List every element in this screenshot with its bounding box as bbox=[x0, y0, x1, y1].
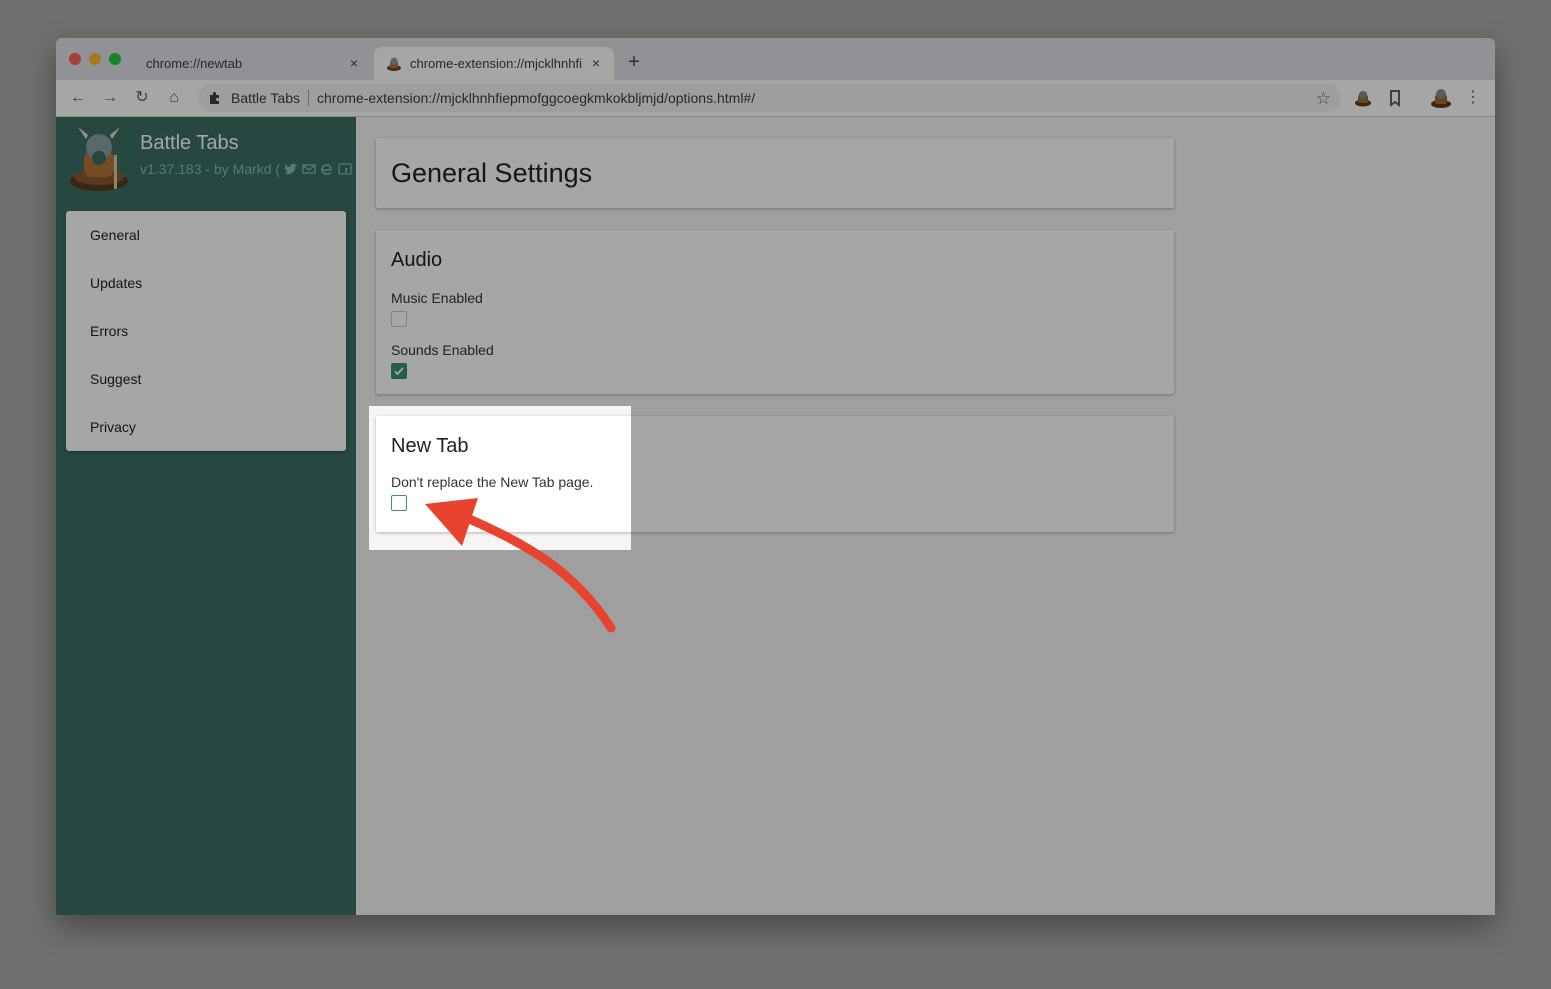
new-tab-settings-card: New Tab Don't replace the New Tab page. bbox=[376, 416, 1174, 532]
tab-title: chrome-extension://mjcklhnhfiepmofggcoeg… bbox=[410, 56, 582, 71]
home-icon[interactable]: ⌂ bbox=[164, 88, 184, 108]
browser-window: chrome://newtab × chrome-extension://mjc… bbox=[56, 38, 1495, 915]
sounds-enabled-checkbox[interactable] bbox=[391, 363, 407, 379]
page-title-card: General Settings bbox=[376, 138, 1174, 208]
music-enabled-label: Music Enabled bbox=[391, 290, 483, 306]
app-version-author: v1.37.183 - by Markd ( bbox=[140, 161, 352, 177]
omnibox-extension-name: Battle Tabs bbox=[231, 90, 301, 106]
sounds-enabled-label: Sounds Enabled bbox=[391, 342, 494, 358]
app-subtitle-text: v1.37.183 - by Markd ( bbox=[140, 161, 281, 177]
battle-tabs-extension-icon[interactable] bbox=[1352, 87, 1374, 109]
tab-newtab[interactable]: chrome://newtab × bbox=[132, 47, 372, 80]
reload-icon[interactable]: ↻ bbox=[132, 88, 152, 108]
menu-item-general[interactable]: General bbox=[90, 227, 140, 243]
sidebar: Battle Tabs v1.37.183 - by Markd ( Gener… bbox=[56, 117, 356, 915]
back-icon[interactable]: ← bbox=[68, 88, 88, 108]
battle-tabs-favicon-icon bbox=[387, 57, 401, 71]
address-bar[interactable]: Battle Tabs chrome-extension://mjcklhnhf… bbox=[198, 84, 1341, 112]
bookmark-star-icon[interactable]: ☆ bbox=[1316, 89, 1331, 109]
settings-main: General Settings Audio Music Enabled Sou… bbox=[356, 117, 1495, 915]
menu-item-privacy[interactable]: Privacy bbox=[90, 419, 136, 435]
chrome-menu-icon[interactable]: ⋮ bbox=[1463, 88, 1483, 108]
dont-replace-new-tab-label: Don't replace the New Tab page. bbox=[391, 474, 594, 490]
maximize-window-button[interactable] bbox=[109, 53, 121, 65]
new-tab-section-title: New Tab bbox=[391, 435, 469, 457]
omnibox-divider bbox=[308, 90, 310, 106]
menu-item-updates[interactable]: Updates bbox=[90, 275, 142, 291]
browser-toolbar: ← → ↻ ⌂ Battle Tabs chrome-extension://m… bbox=[56, 80, 1495, 117]
settings-menu: General Updates Errors Suggest Privacy bbox=[66, 211, 346, 451]
email-icon[interactable] bbox=[302, 163, 316, 175]
close-window-button[interactable] bbox=[69, 53, 81, 65]
close-tab-icon[interactable]: × bbox=[588, 55, 604, 71]
profile-avatar[interactable] bbox=[1429, 86, 1453, 110]
app-title: Battle Tabs bbox=[140, 132, 239, 154]
audio-settings-card: Audio Music Enabled Sounds Enabled bbox=[376, 230, 1174, 394]
audio-section-title: Audio bbox=[391, 249, 443, 271]
checkmark-icon bbox=[394, 367, 404, 376]
tab-strip: chrome://newtab × chrome-extension://mjc… bbox=[56, 38, 1495, 80]
battle-tabs-logo-icon bbox=[70, 127, 128, 191]
tab-extension-options[interactable]: chrome-extension://mjcklhnhfiepmofggcoeg… bbox=[374, 47, 614, 80]
dont-replace-new-tab-checkbox[interactable] bbox=[391, 495, 407, 511]
music-enabled-checkbox[interactable] bbox=[391, 311, 407, 327]
menu-item-suggest[interactable]: Suggest bbox=[90, 371, 141, 387]
tab-title: chrome://newtab bbox=[146, 56, 243, 71]
edge-browser-icon[interactable] bbox=[320, 163, 334, 175]
facebook-icon[interactable] bbox=[337, 163, 352, 175]
new-tab-button[interactable]: + bbox=[622, 52, 646, 72]
minimize-window-button[interactable] bbox=[89, 53, 101, 65]
menu-item-errors[interactable]: Errors bbox=[90, 323, 128, 339]
twitter-icon[interactable] bbox=[283, 163, 298, 175]
forward-icon[interactable]: → bbox=[100, 88, 120, 108]
page-content: Battle Tabs v1.37.183 - by Markd ( Gener… bbox=[56, 117, 1495, 915]
bookmark-ribbon-icon[interactable] bbox=[1384, 87, 1406, 109]
omnibox-url[interactable]: chrome-extension://mjcklhnhfiepmofggcoeg… bbox=[317, 90, 755, 106]
page-title: General Settings bbox=[391, 158, 593, 188]
puzzle-extension-icon bbox=[210, 92, 219, 104]
close-tab-icon[interactable]: × bbox=[346, 55, 362, 71]
